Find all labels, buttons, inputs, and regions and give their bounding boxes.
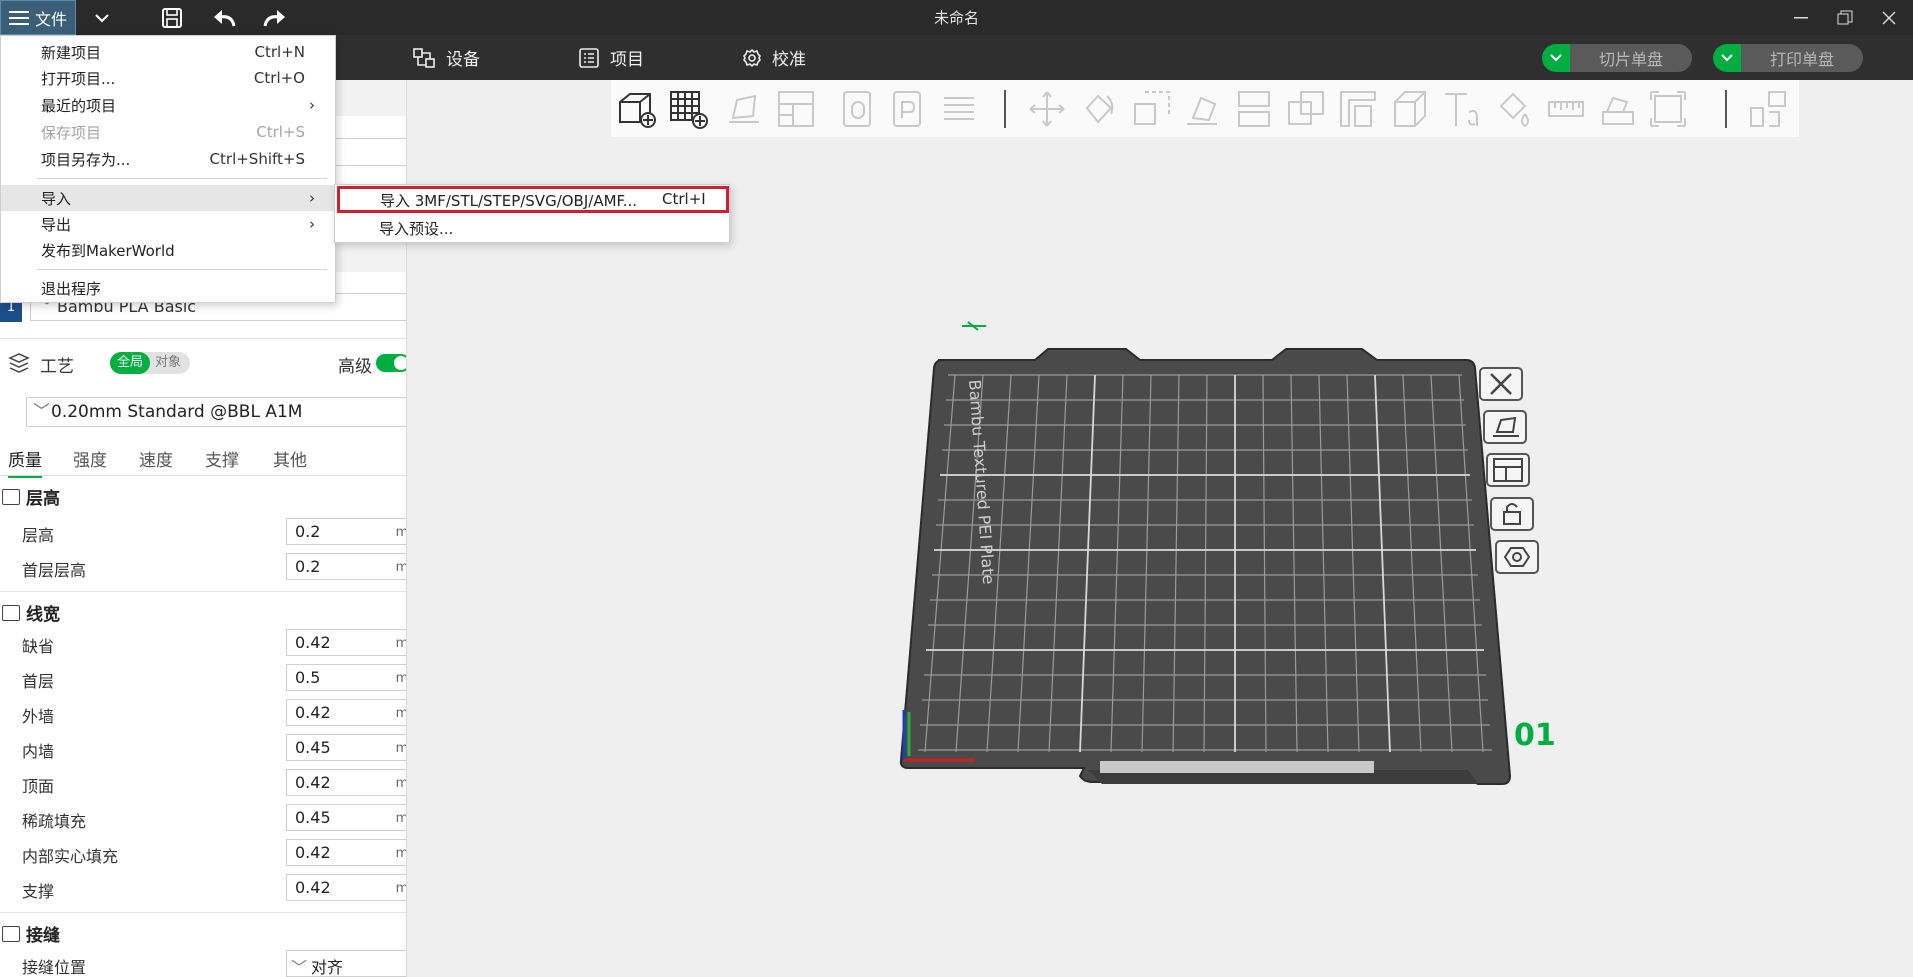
plate-number: 01 [1514,718,1556,753]
menu-item-open-project[interactable]: 打开项目... Ctrl+O [1,65,335,91]
menu-item-save-project: 保存项目 Ctrl+S [1,119,335,145]
menu-item-shortcut: Ctrl+N [254,43,305,61]
menu-item-exit[interactable]: 退出程序 [1,275,335,301]
menu-item-label: 退出程序 [41,279,102,298]
menu-item-new-project[interactable]: 新建项目 Ctrl+N [1,39,335,65]
menu-item-label: 新建项目 [41,43,102,62]
chevron-right-icon: › [309,215,315,233]
menu-item-label: 导入 [41,189,72,208]
lock-plate-button[interactable] [1490,497,1534,531]
menu-item-publish-makerworld[interactable]: 发布到MakerWorld [1,237,335,263]
menu-item-label: 保存项目 [41,123,102,142]
chevron-right-icon: › [309,189,315,207]
arrange-plate-button[interactable] [1486,453,1530,487]
menu-item-export[interactable]: 导出 › [1,211,335,237]
menu-item-import-models[interactable]: 导入 3MF/STL/STEP/SVG/OBJ/AMF... Ctrl+I [337,186,729,213]
menu-item-label: 项目另存为... [41,150,131,169]
menu-item-shortcut: Ctrl+I [662,190,706,208]
menu-item-shortcut: Ctrl+Shift+S [209,150,305,168]
menu-item-import[interactable]: 导入 › [1,185,335,211]
menu-item-label: 最近的项目 [41,96,117,115]
plate-settings-button[interactable] [1495,540,1539,574]
menu-item-label: 导入预设... [379,220,454,238]
menu-item-label: 发布到MakerWorld [41,241,175,260]
import-submenu: 导入 3MF/STL/STEP/SVG/OBJ/AMF... Ctrl+I 导入… [334,184,730,243]
menu-item-save-project-as[interactable]: 项目另存为... Ctrl+Shift+S [1,146,335,172]
auto-orient-plate-button[interactable] [1483,410,1527,444]
menu-item-label: 导出 [41,215,72,234]
menu-item-shortcut: Ctrl+S [256,123,305,141]
chevron-right-icon: › [309,96,315,114]
menu-item-label: 导入 3MF/STL/STEP/SVG/OBJ/AMF... [380,192,638,210]
plate-label-strip [1100,761,1374,773]
menu-separator [37,178,327,179]
menu-item-recent-projects[interactable]: 最近的项目 › [1,92,335,118]
menu-item-shortcut: Ctrl+O [253,69,305,87]
file-menu-dropdown: 新建项目 Ctrl+N 打开项目... Ctrl+O 最近的项目 › 保存项目 … [0,35,336,303]
menu-separator [37,269,327,270]
remove-plate-button[interactable] [1479,367,1523,401]
menu-item-label: 打开项目... [41,69,116,88]
edit-plate-name-icon[interactable] [962,321,986,331]
menu-item-import-presets[interactable]: 导入预设... [337,214,729,241]
